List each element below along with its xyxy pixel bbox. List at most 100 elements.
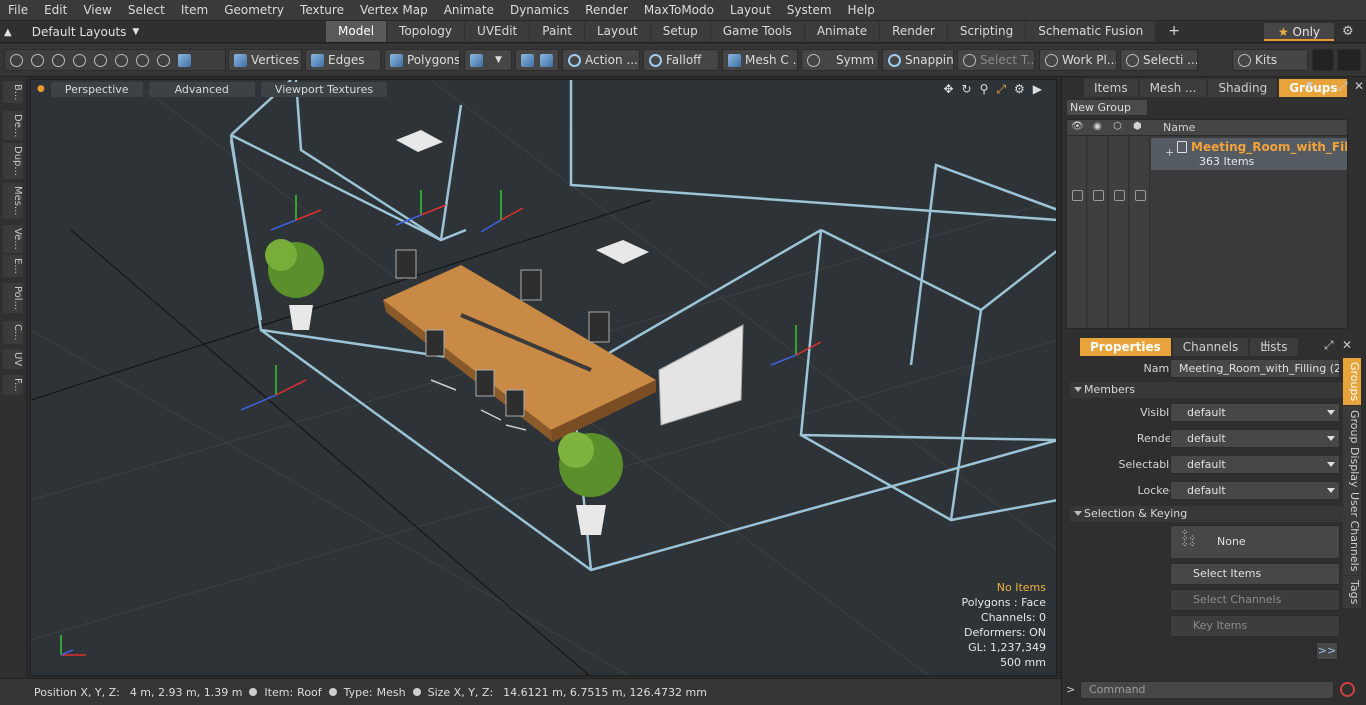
left-tab-1[interactable]: De... xyxy=(3,111,23,141)
tab-paint[interactable]: Paint xyxy=(530,21,584,42)
prop-tab-lists[interactable]: Lists xyxy=(1250,338,1298,356)
menu-item-edit[interactable]: Edit xyxy=(36,0,75,21)
expand-plus-icon[interactable]: + xyxy=(1165,146,1174,159)
rotate-icon[interactable] xyxy=(157,53,170,67)
prop-tab-channels[interactable]: Channels xyxy=(1172,338,1249,356)
prop-tab-properties[interactable]: Properties xyxy=(1080,338,1171,356)
locked-select[interactable]: default xyxy=(1170,481,1340,500)
perspective-dropdown[interactable]: Perspective xyxy=(50,81,143,97)
pen-icon[interactable] xyxy=(52,53,65,67)
symmetry-button[interactable]: Symm ... xyxy=(801,49,879,71)
members-section[interactable]: Members xyxy=(1070,382,1345,398)
default-layouts-dropdown[interactable]: ▲ Default Layouts ▼ xyxy=(4,21,139,43)
scale-icon[interactable] xyxy=(136,53,149,67)
tab-schematic-fusion[interactable]: Schematic Fusion xyxy=(1026,21,1156,42)
right-tab-tags[interactable]: Tags xyxy=(1343,576,1361,609)
left-tab-0[interactable]: B... xyxy=(3,81,23,104)
viewport-menu-dot-icon[interactable]: ● xyxy=(37,84,45,94)
selection-keying-section[interactable]: Selection & Keying xyxy=(1070,506,1345,522)
command-input[interactable]: Command xyxy=(1080,681,1334,699)
add-tab-button[interactable]: + xyxy=(1156,21,1192,42)
action-center-button[interactable]: Action ... xyxy=(562,49,640,71)
close-icon[interactable]: ✕ xyxy=(1354,79,1364,93)
group-row[interactable]: + Meeting_Room_with_Filli... 363 Items xyxy=(1151,138,1347,170)
menu-item-select[interactable]: Select xyxy=(120,0,173,21)
menu-item-render[interactable]: Render xyxy=(577,0,636,21)
circle-select-icon[interactable] xyxy=(10,53,23,67)
expand-icon[interactable]: ⤢ xyxy=(1324,338,1334,353)
panel-tab-2[interactable]: Shading xyxy=(1208,79,1278,97)
3d-viewport[interactable]: ● Perspective Advanced Viewport Textures… xyxy=(30,79,1057,676)
select-items-button[interactable]: Select Items xyxy=(1170,563,1340,585)
select-channels-button[interactable]: Select Channels xyxy=(1170,589,1340,611)
tab-model[interactable]: Model xyxy=(326,21,387,42)
tab-uvedit[interactable]: UVEdit xyxy=(465,21,530,42)
right-tab-user-channels[interactable]: User Channels xyxy=(1343,488,1361,576)
expand-icon[interactable]: ⤢ xyxy=(1338,79,1348,94)
new-group-button[interactable]: New Group xyxy=(1066,99,1148,116)
work-plane-button[interactable]: Work Pl... xyxy=(1039,49,1117,71)
left-tab-3[interactable]: Mes... xyxy=(3,183,23,219)
left-tab-2[interactable]: Dup... xyxy=(3,143,23,179)
none-button[interactable]: ⁘ ⁘⁘ ⁘⁘ None xyxy=(1170,525,1340,559)
menu-item-vertex-map[interactable]: Vertex Map xyxy=(352,0,436,21)
kits-button[interactable]: Kits xyxy=(1232,49,1308,71)
select-through-button[interactable]: Select T... xyxy=(957,49,1035,71)
menu-item-dynamics[interactable]: Dynamics xyxy=(502,0,577,21)
center-icon[interactable] xyxy=(540,53,553,67)
falloff-button[interactable]: Falloff xyxy=(643,49,719,71)
snapping-button[interactable]: Snapping xyxy=(882,49,954,71)
pan-icon[interactable]: ✥ xyxy=(943,82,953,97)
add-tab-icon[interactable]: + xyxy=(1260,338,1271,353)
left-tab-7[interactable]: C... xyxy=(3,321,23,344)
right-tab-group-display[interactable]: Group Display xyxy=(1343,406,1361,492)
menu-item-animate[interactable]: Animate xyxy=(436,0,502,21)
left-tab-4[interactable]: Ve... xyxy=(3,225,23,253)
chevron-down-icon[interactable]: ▼ xyxy=(1306,81,1313,91)
close-icon[interactable]: ✕ xyxy=(1342,338,1352,352)
menu-item-layout[interactable]: Layout xyxy=(722,0,779,21)
play-icon[interactable]: ▶ xyxy=(1033,82,1042,97)
menu-item-texture[interactable]: Texture xyxy=(292,0,352,21)
brush-icon[interactable] xyxy=(73,53,86,67)
visibility-checkbox[interactable] xyxy=(1072,190,1083,201)
zoom-icon[interactable]: ⚲ xyxy=(980,82,989,97)
lock-icon[interactable]: ⬢ xyxy=(1133,121,1142,132)
tab-scripting[interactable]: Scripting xyxy=(947,21,1026,42)
menu-item-geometry[interactable]: Geometry xyxy=(216,0,292,21)
selectable-select[interactable]: default xyxy=(1170,455,1340,474)
select-checkbox[interactable] xyxy=(1114,190,1125,201)
render-select[interactable]: default xyxy=(1170,429,1340,448)
tab-layout[interactable]: Layout xyxy=(584,21,650,42)
polygons-button[interactable]: Polygons xyxy=(384,49,460,71)
tab-setup[interactable]: Setup xyxy=(650,21,710,42)
viewport-textures-dropdown[interactable]: Viewport Textures xyxy=(260,81,388,97)
right-tab-groups[interactable]: Groups xyxy=(1343,358,1361,406)
globe-icon[interactable] xyxy=(31,53,44,67)
gear-icon[interactable]: ⚙ xyxy=(1014,82,1025,97)
selection-sets-button[interactable]: Selecti ... xyxy=(1120,49,1198,71)
menu-item-item[interactable]: Item xyxy=(173,0,216,21)
menu-item-help[interactable]: Help xyxy=(840,0,883,21)
unreal-icon[interactable] xyxy=(1337,49,1361,71)
vertices-button[interactable]: Vertices xyxy=(228,49,302,71)
group-name-field[interactable]: Meeting_Room_with_Filling (2) xyxy=(1170,359,1340,378)
unity-icon[interactable] xyxy=(1312,49,1334,71)
advanced-dropdown[interactable]: Advanced xyxy=(148,81,255,97)
panel-tab-0[interactable]: Items xyxy=(1084,79,1138,97)
tab-animate[interactable]: Animate xyxy=(804,21,880,42)
eye-icon[interactable]: 👁 xyxy=(1071,121,1084,132)
material-mode-dropdown[interactable]: ▼ xyxy=(464,49,512,71)
menu-item-view[interactable]: View xyxy=(75,0,119,21)
tab-game-tools[interactable]: Game Tools xyxy=(710,21,804,42)
edges-button[interactable]: Edges xyxy=(305,49,381,71)
menu-item-system[interactable]: System xyxy=(779,0,840,21)
panel-tab-1[interactable]: Mesh ... xyxy=(1139,79,1207,97)
key-items-button[interactable]: Key Items xyxy=(1170,615,1340,637)
more-button[interactable]: >> xyxy=(1316,642,1338,660)
left-tab-9[interactable]: F... xyxy=(3,375,23,395)
render-checkbox[interactable] xyxy=(1093,190,1104,201)
menu-item-file[interactable]: File xyxy=(0,0,36,21)
item-mode-icon[interactable] xyxy=(178,53,191,67)
move-icon[interactable] xyxy=(115,53,128,67)
